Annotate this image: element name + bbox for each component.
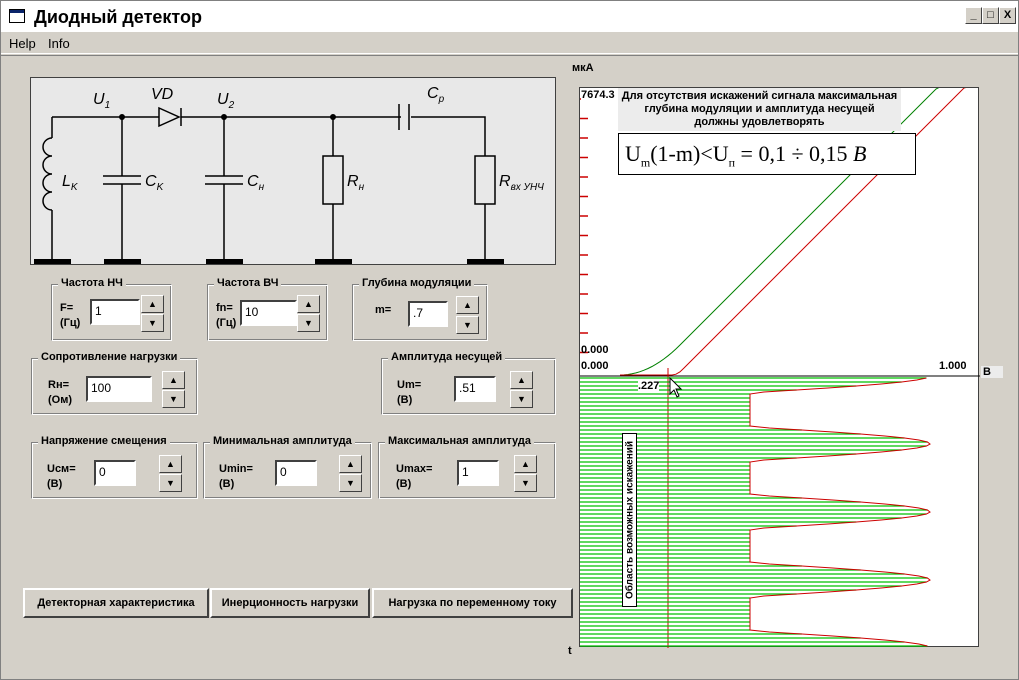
window-title: Диодный детектор: [34, 7, 202, 27]
title-bar[interactable]: Диодный детектор _ □ X: [1, 1, 1018, 33]
maximize-button[interactable]: □: [982, 7, 999, 24]
y-max-label: 7674.3: [581, 89, 615, 101]
y-unit-label: мкА: [572, 62, 594, 74]
mod-depth-label: m=: [375, 304, 392, 316]
t-axis-label: t: [568, 645, 572, 657]
ac-load-button[interactable]: Нагрузка по переменному току: [372, 588, 573, 618]
group-freq-hf-title: Частота ВЧ: [214, 277, 282, 289]
label-ck: CK: [145, 173, 165, 193]
circuit-diagram: U1 VD U2 Cp LK CK Cн Rн Rвх УНЧ: [30, 77, 556, 265]
bias-volt-up-button[interactable]: ▲: [159, 455, 182, 473]
group-mod-depth: Глубина модуляции m= .7 ▲ ▼: [352, 277, 488, 341]
load-res-input[interactable]: 100: [86, 376, 152, 402]
load-res-down-button[interactable]: ▼: [162, 390, 185, 408]
mod-depth-up-button[interactable]: ▲: [456, 296, 479, 314]
group-max-amp-title: Максимальная амплитуда: [385, 435, 535, 447]
group-max-amp: Максимальная амплитуда Umax= (В) 1 ▲ ▼: [378, 435, 556, 499]
distortion-note: Для отсутствия искажений сигнала максима…: [618, 88, 901, 131]
load-res-up-button[interactable]: ▲: [162, 371, 185, 389]
label-cp: Cp: [427, 85, 445, 105]
label-rvx: Rвх УНЧ: [499, 173, 544, 193]
group-bias-volt: Напряжение смещения Uсм= (В) 0 ▲ ▼: [31, 435, 198, 499]
max-amp-label: Umax= (В): [396, 463, 433, 490]
freq-lf-up-button[interactable]: ▲: [141, 295, 164, 313]
group-min-amp: Минимальная амплитуда Umin= (В) 0 ▲ ▼: [203, 435, 372, 499]
detector-characteristic-button[interactable]: Детекторная характеристика: [23, 588, 209, 618]
marker-value-label: .227: [638, 380, 660, 392]
bias-volt-label: Uсм= (В): [47, 463, 76, 490]
freq-hf-up-button[interactable]: ▲: [297, 295, 320, 313]
freq-lf-down-button[interactable]: ▼: [141, 314, 164, 332]
max-amp-input[interactable]: 1: [457, 460, 499, 486]
group-freq-lf: Частота НЧ F= (Гц) 1 ▲ ▼: [51, 277, 172, 341]
group-freq-lf-title: Частота НЧ: [58, 277, 126, 289]
label-rn: Rн: [347, 173, 365, 193]
label-u2: U2: [217, 91, 235, 111]
group-mod-depth-title: Глубина модуляции: [359, 277, 475, 289]
minimize-button[interactable]: _: [965, 7, 982, 24]
app-window: Диодный детектор _ □ X Help Info U1 VD U…: [0, 0, 1019, 680]
freq-hf-input[interactable]: 10: [240, 300, 297, 326]
x-zero-label: 0.000: [581, 360, 609, 372]
freq-lf-input[interactable]: 1: [90, 299, 140, 325]
characteristic-curve-green: [619, 88, 940, 376]
signal-envelope: [749, 377, 931, 647]
y-zero-label: 0.000: [581, 344, 609, 356]
bias-volt-down-button[interactable]: ▼: [159, 474, 182, 492]
menu-info[interactable]: Info: [48, 36, 70, 51]
menu-bar: Help Info: [1, 33, 1018, 54]
min-amp-down-button[interactable]: ▼: [339, 474, 362, 492]
distortion-formula: Um(1-m)<Uп = 0,1 ÷ 0,15 В: [618, 133, 916, 175]
min-amp-input[interactable]: 0: [275, 460, 317, 486]
min-amp-label: Umin= (В): [219, 463, 253, 490]
circuit-schematic: U1 VD U2 Cp LK CK Cн Rн Rвх УНЧ: [34, 85, 544, 264]
group-load-res-title: Сопротивление нагрузки: [38, 351, 181, 363]
max-amp-down-button[interactable]: ▼: [514, 474, 537, 492]
carrier-amp-down-button[interactable]: ▼: [510, 390, 533, 408]
menu-help[interactable]: Help: [9, 36, 36, 51]
carrier-amp-up-button[interactable]: ▲: [510, 371, 533, 389]
mod-depth-input[interactable]: .7: [408, 301, 448, 327]
x-unit-label: В: [981, 366, 1003, 378]
carrier-amp-label: Um= (В): [397, 379, 422, 406]
label-cn: Cн: [247, 173, 265, 193]
label-u1: U1: [93, 91, 110, 111]
bias-volt-input[interactable]: 0: [94, 460, 136, 486]
group-carrier-amp: Амплитуда несущей Um= (В) .51 ▲ ▼: [381, 351, 556, 415]
close-button[interactable]: X: [999, 7, 1016, 24]
group-carrier-amp-title: Амплитуда несущей: [388, 351, 506, 363]
max-amp-up-button[interactable]: ▲: [514, 455, 537, 473]
label-vd: VD: [151, 86, 174, 103]
freq-hf-label: fn= (Гц): [216, 302, 237, 329]
carrier-amp-input[interactable]: .51: [454, 376, 496, 402]
freq-hf-down-button[interactable]: ▼: [297, 314, 320, 332]
load-inertia-button[interactable]: Инерционность нагрузки: [210, 588, 370, 618]
x-max-label: 1.000: [939, 360, 967, 372]
min-amp-up-button[interactable]: ▲: [339, 455, 362, 473]
group-bias-volt-title: Напряжение смещения: [38, 435, 170, 447]
window-icon: [9, 9, 25, 23]
load-res-label: Rн= (Ом): [48, 379, 73, 406]
distortion-region-label: Область возможных искажений: [622, 433, 637, 607]
characteristic-curve-red: [620, 88, 967, 376]
freq-lf-label: F= (Гц): [60, 302, 81, 329]
group-load-res: Сопротивление нагрузки Rн= (Ом) 100 ▲ ▼: [31, 351, 198, 415]
label-lk: LK: [62, 173, 79, 193]
group-min-amp-title: Минимальная амплитуда: [210, 435, 355, 447]
mouse-cursor-icon: [669, 377, 683, 398]
group-freq-hf: Частота ВЧ fn= (Гц) 10 ▲ ▼: [207, 277, 328, 341]
mod-depth-down-button[interactable]: ▼: [456, 316, 479, 334]
